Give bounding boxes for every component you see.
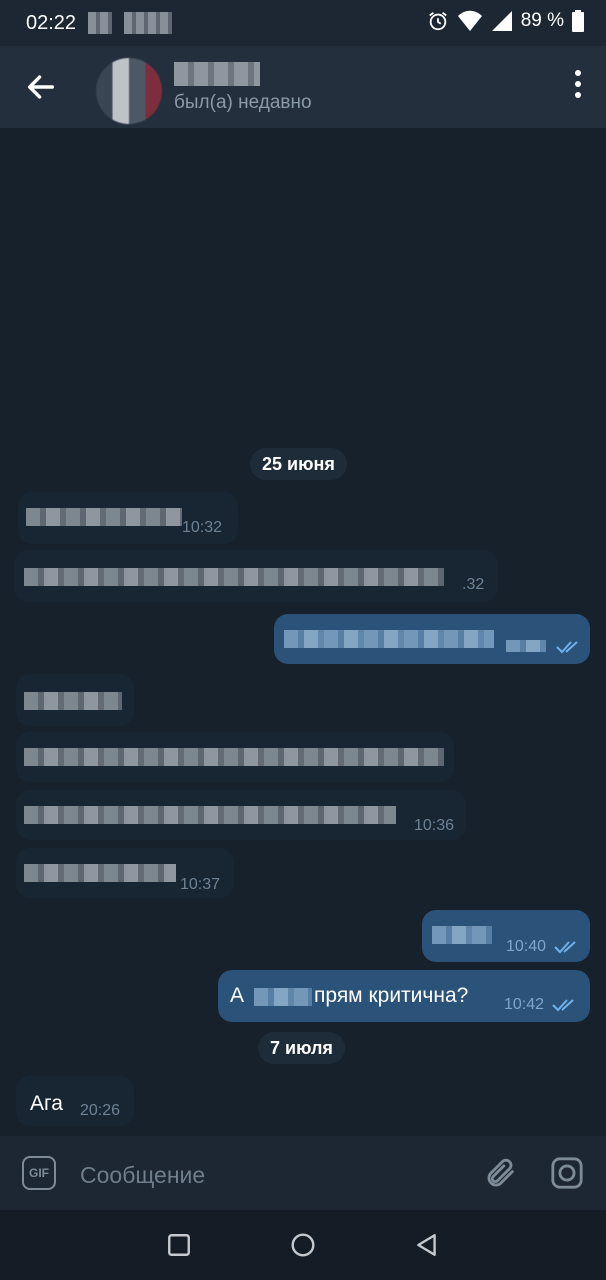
incoming-message[interactable]: 10:32: [18, 492, 238, 544]
redacted-text: [24, 692, 122, 710]
outgoing-message[interactable]: [274, 614, 590, 664]
redacted-text: [284, 630, 494, 648]
last-seen-status: был(а) недавно: [174, 92, 312, 113]
gif-button[interactable]: GIF: [22, 1156, 56, 1190]
back-triangle-icon[interactable]: [414, 1232, 440, 1258]
message-list[interactable]: 25 июня 10:32 .32 10:36 10:37 10:40 А пр…: [0, 128, 606, 1136]
redacted-text: [26, 508, 182, 526]
back-arrow-icon[interactable]: [24, 70, 58, 104]
attach-paperclip-icon[interactable]: [484, 1156, 518, 1190]
redacted-text: [24, 864, 176, 882]
incoming-message[interactable]: 10:37: [16, 848, 234, 898]
date-separator: 7 июля: [258, 1032, 345, 1064]
read-checkmarks-icon: [552, 999, 574, 1012]
message-text-start: А: [230, 984, 245, 1007]
alarm-icon: [428, 12, 447, 31]
date-separator: 25 июня: [250, 448, 347, 480]
wifi-icon: [457, 10, 482, 31]
message-time: .32: [462, 576, 485, 593]
message-time: 10:37: [180, 876, 221, 893]
redacted-text: [24, 748, 444, 766]
redacted-text: [24, 806, 396, 824]
message-text-end: прям критична?: [314, 984, 469, 1007]
battery-percent: 89 %: [520, 10, 564, 31]
redacted-text: [432, 926, 492, 944]
incoming-message[interactable]: [16, 732, 454, 782]
status-time: 02:22: [26, 12, 77, 34]
chat-header: был(а) недавно: [0, 46, 606, 128]
status-notification-icon: [88, 12, 112, 34]
system-nav-bar: [0, 1210, 606, 1280]
home-circle-icon[interactable]: [290, 1232, 316, 1258]
outgoing-message[interactable]: 10:40: [422, 910, 590, 962]
camera-icon[interactable]: [550, 1156, 584, 1190]
status-bar: 02:22 89 %: [0, 0, 606, 46]
battery-icon: [572, 10, 584, 32]
message-time: 10:36: [414, 817, 455, 834]
read-checkmarks-icon: [556, 641, 578, 654]
more-menu-icon[interactable]: [572, 70, 584, 106]
message-time: 10:42: [504, 996, 545, 1013]
signal-icon: [491, 11, 512, 31]
message-time: 20:26: [80, 1102, 121, 1119]
redacted-text: [24, 568, 444, 586]
incoming-message[interactable]: 10:36: [16, 790, 466, 840]
redacted-text: [254, 988, 312, 1006]
status-notification-icon: [124, 12, 172, 34]
read-checkmarks-icon: [554, 941, 576, 954]
incoming-message[interactable]: [16, 674, 134, 726]
avatar[interactable]: [96, 58, 162, 124]
message-input[interactable]: [78, 1158, 462, 1192]
recents-square-icon[interactable]: [166, 1232, 192, 1258]
message-time: 10:40: [506, 938, 547, 955]
message-composer: GIF: [0, 1136, 606, 1210]
redacted-text: [506, 640, 546, 652]
message-time: 10:32: [182, 519, 223, 536]
message-text: Ага: [30, 1092, 63, 1115]
contact-name-redacted[interactable]: [174, 62, 260, 86]
incoming-message[interactable]: Ага 20:26: [16, 1076, 134, 1126]
outgoing-message[interactable]: А прям критична? 10:42: [218, 970, 590, 1022]
incoming-message[interactable]: .32: [14, 550, 498, 602]
